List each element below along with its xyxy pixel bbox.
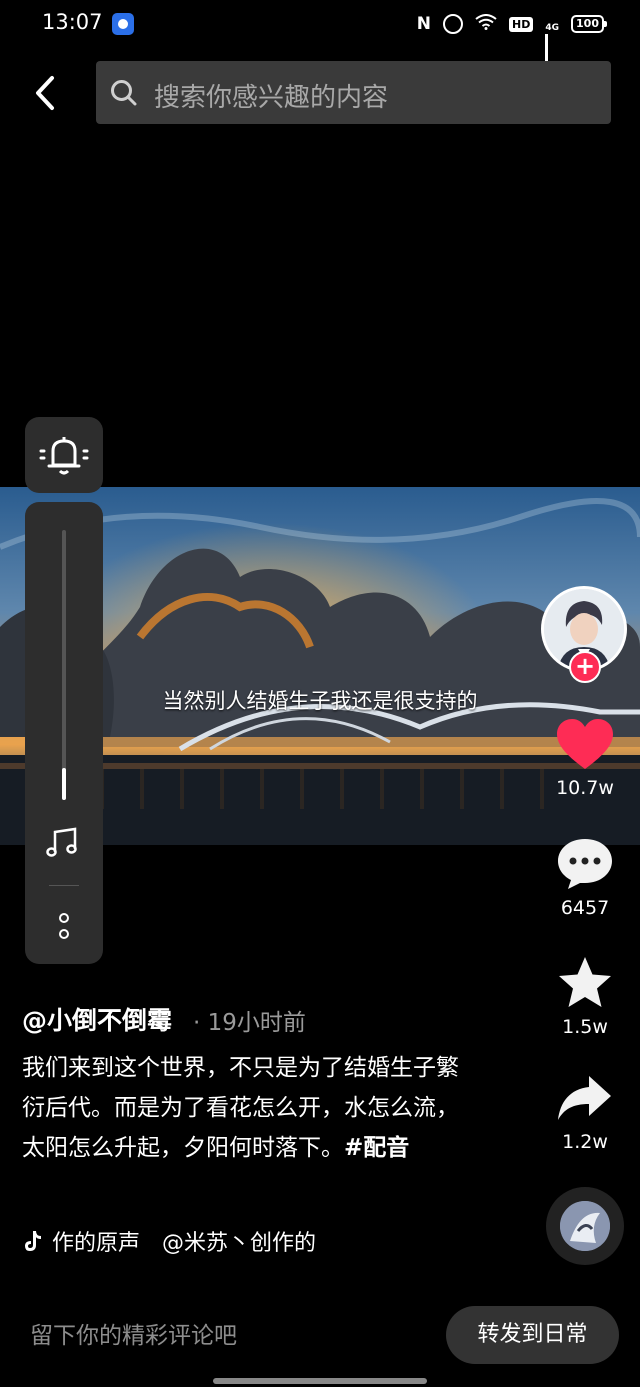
post-description: 我们来到这个世界，不只是为了结婚生子繁衍后代。而是为了看花怎么开，水怎么流，太阳… <box>22 1048 462 1168</box>
music-info[interactable]: 作的原声 @米苏丶创作的 <box>22 1225 316 1257</box>
music-note-icon[interactable] <box>45 826 81 858</box>
volume-slider-fill <box>62 768 66 800</box>
search-placeholder: 搜索你感兴趣的内容 <box>154 83 389 113</box>
like-count: 10.7w <box>556 777 614 799</box>
comment-count: 6457 <box>560 897 610 919</box>
comment-input[interactable]: 留下你的精彩评论吧 <box>30 1316 237 1350</box>
home-indicator[interactable] <box>213 1378 427 1384</box>
music-cover-image <box>560 1201 610 1251</box>
music-disc[interactable] <box>546 1187 624 1265</box>
baidu-app-icon <box>112 13 134 35</box>
star-icon[interactable] <box>555 955 615 1011</box>
heart-icon[interactable] <box>555 717 615 773</box>
back-button[interactable] <box>26 70 66 116</box>
panel-divider <box>49 885 79 886</box>
tiktok-note-icon <box>25 1231 41 1251</box>
notification-button[interactable] <box>25 417 103 493</box>
wifi-icon <box>475 14 497 34</box>
chevron-left-icon <box>36 76 54 110</box>
alarm-icon <box>443 14 464 34</box>
music-label: 作的原声 @米苏丶创作的 <box>52 1231 317 1256</box>
nfc-icon: N <box>416 14 432 34</box>
battery-icon: 100 <box>571 15 607 33</box>
comment-icon[interactable] <box>555 836 615 892</box>
status-icons: N HD 4G 100 <box>416 12 607 82</box>
signal-icon: 4G <box>545 15 559 82</box>
bell-icon <box>39 437 89 475</box>
post-time: · 19小时前 <box>193 1010 306 1036</box>
search-input[interactable]: 搜索你感兴趣的内容 <box>96 61 611 124</box>
hd-icon: HD <box>509 16 534 32</box>
forward-to-daily-button[interactable]: 转发到日常 <box>446 1306 619 1364</box>
status-time: 13:07 <box>42 10 103 34</box>
more-vertical-icon[interactable] <box>58 912 70 942</box>
share-icon[interactable] <box>555 1072 615 1128</box>
hashtag-link[interactable]: #配音 <box>344 1135 409 1161</box>
status-bar: 13:07 N HD 4G 100 <box>0 0 640 82</box>
follow-button[interactable]: + <box>569 651 601 683</box>
author-name[interactable]: @小倒不倒霉 <box>22 1001 172 1037</box>
side-control-panel <box>25 502 103 964</box>
share-count: 1.2w <box>562 1131 608 1153</box>
search-icon <box>111 80 137 106</box>
favorite-count: 1.5w <box>562 1016 608 1038</box>
volume-slider[interactable] <box>62 530 66 800</box>
